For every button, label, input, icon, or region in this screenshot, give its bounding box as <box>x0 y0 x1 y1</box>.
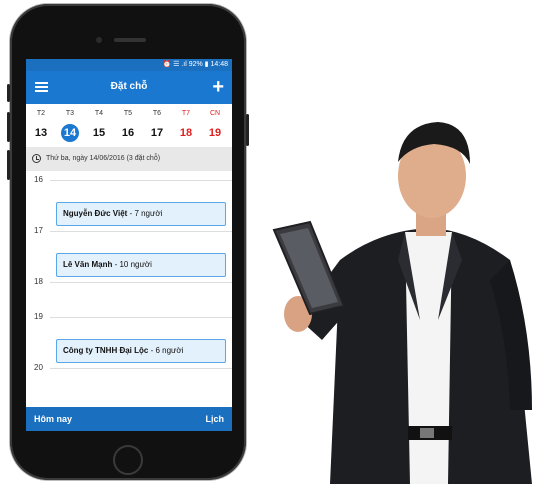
home-button[interactable] <box>113 445 143 475</box>
day-wed[interactable]: T4 15 <box>85 104 113 142</box>
bottom-bar: Hôm nay Lịch <box>26 407 232 431</box>
add-booking-icon[interactable]: + <box>212 77 224 97</box>
hour-line <box>50 180 232 181</box>
hour-label: 18 <box>34 277 43 286</box>
day-sat[interactable]: T7 18 <box>172 104 200 142</box>
hour-label: 19 <box>34 312 43 321</box>
hour-line <box>50 282 232 283</box>
calendar-button[interactable]: Lịch <box>205 407 224 431</box>
power-button <box>246 114 249 146</box>
booking-detail: - 6 người <box>148 346 184 355</box>
day-thu[interactable]: T5 16 <box>114 104 142 142</box>
booking-detail: - 10 người <box>112 260 152 269</box>
volume-down-button <box>7 150 10 180</box>
businessman-with-tablet-illustration <box>272 122 532 484</box>
hour-line <box>50 368 232 369</box>
day-tue-selected[interactable]: T3 14 <box>56 104 84 142</box>
clock-icon <box>32 154 41 163</box>
selected-day-number: 14 <box>61 124 79 142</box>
booking-event[interactable]: Công ty TNHH Đại Lộc - 6 người <box>56 339 226 363</box>
day-timeline: 16 17 18 19 20 Nguyễn Đức Việt - 7 người… <box>26 171 232 407</box>
hour-label: 17 <box>34 226 43 235</box>
booking-name: Nguyễn Đức Việt <box>63 209 128 218</box>
booking-name: Lê Văn Mạnh <box>63 260 113 269</box>
hour-line <box>50 231 232 232</box>
mute-switch <box>7 84 10 102</box>
booking-event[interactable]: Lê Văn Mạnh - 10 người <box>56 253 226 277</box>
earpiece <box>114 38 146 42</box>
front-camera <box>96 37 102 43</box>
day-fri[interactable]: T6 17 <box>143 104 171 142</box>
hour-label: 20 <box>34 363 43 372</box>
selected-date-summary: Thứ ba, ngày 14/06/2016 (3 đặt chỗ) <box>26 147 232 171</box>
hour-line <box>50 317 232 318</box>
hour-label: 16 <box>34 175 43 184</box>
day-sun[interactable]: CN 19 <box>201 104 229 142</box>
booking-detail: - 7 người <box>127 209 163 218</box>
volume-up-button <box>7 112 10 142</box>
booking-event[interactable]: Nguyễn Đức Việt - 7 người <box>56 202 226 226</box>
today-button[interactable]: Hôm nay <box>34 407 72 431</box>
app-screen: ⏰ ☰ .ıl 92% ▮ 14:48 Đặt chỗ + T2 13 T3 1… <box>26 59 232 431</box>
week-strip: T2 13 T3 14 T4 15 T5 16 T6 17 T7 18 CN 1… <box>26 104 232 147</box>
date-summary-text: Thứ ba, ngày 14/06/2016 (3 đặt chỗ) <box>46 155 161 162</box>
app-bar: Đặt chỗ + <box>26 71 232 104</box>
day-mon[interactable]: T2 13 <box>27 104 55 142</box>
booking-name: Công ty TNHH Đại Lộc <box>63 346 149 355</box>
status-bar: ⏰ ☰ .ıl 92% ▮ 14:48 <box>26 59 232 71</box>
app-title: Đặt chỗ <box>110 81 148 92</box>
